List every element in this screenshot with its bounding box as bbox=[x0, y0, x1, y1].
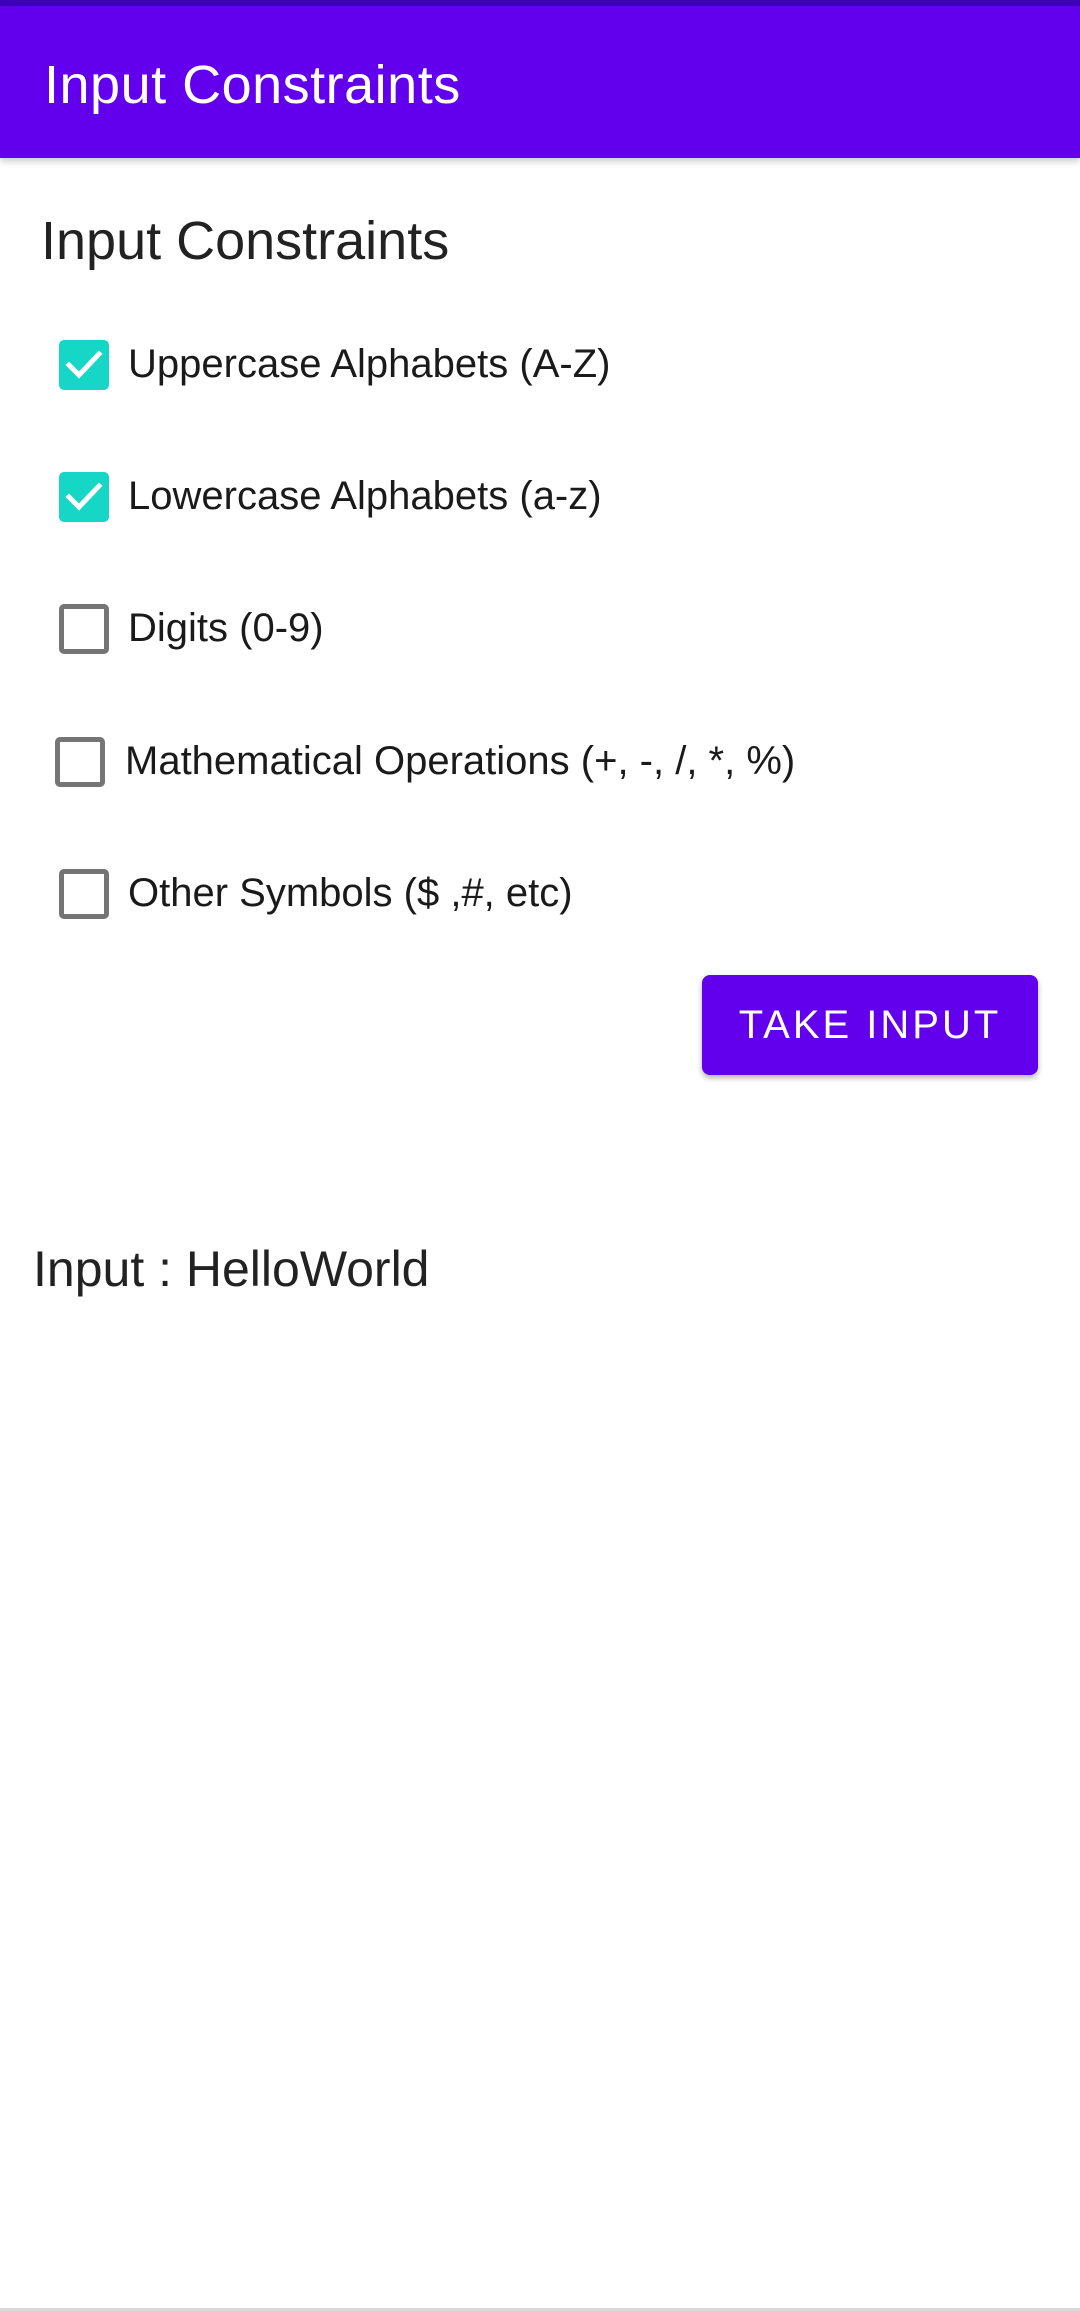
checkbox-other-symbols[interactable] bbox=[59, 869, 109, 919]
checkbox-lowercase[interactable] bbox=[59, 472, 109, 522]
option-math-operations[interactable]: Mathematical Operations (+, -, /, *, %) bbox=[0, 717, 1000, 807]
take-input-button[interactable]: TAKE INPUT bbox=[702, 975, 1038, 1075]
app-bar: Input Constraints bbox=[0, 6, 1080, 158]
option-lowercase[interactable]: Lowercase Alphabets (a-z) bbox=[0, 452, 1000, 542]
app-bar-title: Input Constraints bbox=[44, 55, 461, 115]
checkbox-uppercase[interactable] bbox=[59, 340, 109, 390]
input-result: Input : HelloWorld bbox=[33, 1241, 430, 1297]
check-icon bbox=[65, 350, 103, 379]
option-other-symbols[interactable]: Other Symbols ($ ,#, etc) bbox=[0, 849, 1000, 939]
page-title: Input Constraints bbox=[41, 211, 450, 271]
option-label: Digits (0-9) bbox=[128, 606, 324, 650]
checkbox-digits[interactable] bbox=[59, 604, 109, 654]
option-label: Other Symbols ($ ,#, etc) bbox=[128, 871, 573, 915]
option-label: Uppercase Alphabets (A-Z) bbox=[128, 342, 611, 386]
checkbox-math-operations[interactable] bbox=[55, 737, 105, 787]
option-uppercase[interactable]: Uppercase Alphabets (A-Z) bbox=[0, 320, 1000, 410]
option-label: Mathematical Operations (+, -, /, *, %) bbox=[125, 739, 796, 783]
option-digits[interactable]: Digits (0-9) bbox=[0, 584, 1000, 674]
check-icon bbox=[65, 482, 103, 511]
option-label: Lowercase Alphabets (a-z) bbox=[128, 474, 602, 518]
